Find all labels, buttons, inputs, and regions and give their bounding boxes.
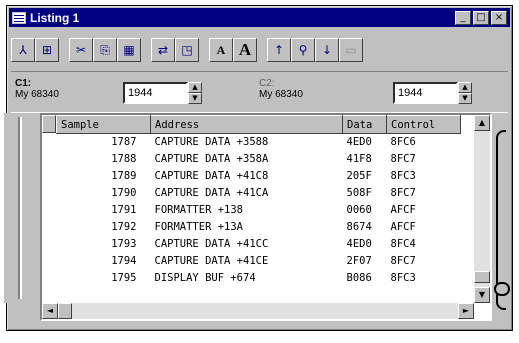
table-row[interactable]: 1792 FORMATTER +13A 8674 AFCF — [57, 219, 461, 236]
grid-corner — [42, 115, 56, 133]
cut-icon[interactable]: ✂ — [69, 38, 93, 62]
splitter-handle[interactable] — [4, 113, 34, 303]
toolbar: ⅄ ⊞ ✂ ⎘ ▦ ⇄ ◳ A A ↑ ⚲ ↓ ▭ — [11, 34, 508, 66]
scroll-down-button[interactable]: ▼ — [474, 287, 490, 303]
cursor1-spinner[interactable]: ▲ ▼ — [123, 82, 202, 104]
cell-control: AFCF — [390, 204, 416, 216]
maximize-button[interactable]: □ — [473, 10, 489, 25]
table-row[interactable]: 1791 FORMATTER +138 0060 AFCF — [57, 202, 461, 219]
cell-control: 8FC6 — [390, 136, 416, 149]
paste-icon[interactable]: ▦ — [117, 38, 141, 62]
side-bracket-panel — [494, 130, 516, 310]
listing-table: Sample Address Data Control 1787 CAPTURE … — [56, 115, 461, 287]
cursor1-input[interactable] — [123, 82, 188, 104]
cursor2-up-button[interactable]: ▲ — [458, 82, 472, 93]
tree-split-icon[interactable]: ⅄ — [11, 38, 35, 62]
table-row[interactable]: 1790 CAPTURE DATA +41CA 508F 8FC7 — [57, 185, 461, 202]
cell-data: 41F8 — [346, 153, 372, 165]
cell-data: 4ED0 — [346, 136, 372, 149]
scroll-up-button[interactable]: ▲ — [474, 115, 490, 131]
header-address[interactable]: Address — [150, 115, 343, 134]
font-larger-icon[interactable]: A — [233, 38, 257, 62]
cell-data: 4ED0 — [346, 238, 372, 250]
cursor2-label: C2: My 68340 — [259, 78, 303, 100]
font-smaller-icon[interactable]: A — [209, 38, 233, 62]
horizontal-scroll-thumb[interactable] — [58, 303, 72, 319]
new-window-icon[interactable]: ◳ — [175, 38, 199, 62]
cell-sample: 1795 — [111, 272, 137, 284]
table-row[interactable]: 1787 CAPTURE DATA +3588 4ED0 8FC6 — [57, 134, 461, 151]
cell-data: 205F — [346, 170, 372, 182]
vertical-scroll-thumb[interactable] — [474, 271, 490, 283]
cell-control: 8FC7 — [390, 187, 416, 199]
cell-sample: 1788 — [111, 153, 137, 165]
cell-control: 8FC4 — [390, 238, 416, 250]
cursor2-down-button[interactable]: ▼ — [458, 93, 472, 104]
cell-address: FORMATTER +138 — [154, 204, 244, 216]
cursor2-spinner[interactable]: ▲ ▼ — [393, 82, 472, 104]
cell-control: 8FC3 — [390, 272, 416, 284]
cell-sample: 1790 — [111, 187, 137, 199]
cell-sample: 1792 — [111, 221, 137, 233]
find-replace-icon[interactable]: ⇄ — [151, 38, 175, 62]
table-row[interactable]: 1795 DISPLAY BUF +674 B086 8FC3 — [57, 270, 461, 287]
listing-icon — [12, 11, 26, 24]
cell-sample: 1789 — [111, 170, 137, 182]
cell-address: CAPTURE DATA +41CE — [154, 255, 269, 267]
title-bar[interactable]: Listing 1 _ □ × — [9, 8, 510, 27]
listing-grid: Sample Address Data Control 1787 CAPTURE … — [40, 113, 492, 321]
cursor2-input[interactable] — [393, 82, 458, 104]
arrow-up-icon[interactable]: ↑ — [267, 38, 291, 62]
cell-control: 8FC7 — [390, 255, 416, 267]
horizontal-scrollbar[interactable]: ◄ ► — [42, 303, 474, 319]
cell-sample: 1793 — [111, 238, 137, 250]
table-row[interactable]: 1794 CAPTURE DATA +41CE 2F07 8FC7 — [57, 253, 461, 270]
vertical-scrollbar[interactable]: ▲ ▼ — [474, 115, 490, 303]
cell-address: CAPTURE DATA +41CA — [154, 187, 269, 199]
cell-sample: 1787 — [111, 136, 137, 149]
close-button[interactable]: × — [491, 10, 507, 25]
copy-icon[interactable]: ⎘ — [93, 38, 117, 62]
window-title: Listing 1 — [30, 10, 80, 25]
cell-data: 2F07 — [346, 255, 372, 267]
header-sample[interactable]: Sample — [56, 115, 151, 134]
table-row[interactable]: 1788 CAPTURE DATA +358A 41F8 8FC7 — [57, 151, 461, 168]
cell-data: B086 — [346, 272, 372, 284]
cell-address: CAPTURE DATA +3588 — [154, 136, 269, 149]
cell-address: FORMATTER +13A — [154, 221, 244, 233]
cell-control: 8FC7 — [390, 153, 416, 165]
arrow-down-icon[interactable]: ↓ — [315, 38, 339, 62]
cell-address: DISPLAY BUF +674 — [154, 272, 256, 284]
bracket-knob[interactable] — [494, 282, 510, 296]
cell-data: 8674 — [346, 221, 372, 233]
cell-data: 0060 — [346, 204, 372, 216]
disabled-tool-icon: ▭ — [339, 38, 363, 62]
cell-data: 508F — [346, 187, 372, 199]
cursor1-label: C1: My 68340 — [15, 78, 59, 100]
cell-sample: 1791 — [111, 204, 137, 216]
cursor-bar: C1: My 68340 ▲ ▼ C2: My 68340 ▲ ▼ — [11, 71, 508, 113]
scroll-right-button[interactable]: ► — [458, 303, 474, 319]
cell-control: AFCF — [390, 221, 416, 233]
header-control[interactable]: Control — [386, 115, 461, 134]
cell-address: CAPTURE DATA +41C8 — [154, 170, 269, 182]
scroll-left-button[interactable]: ◄ — [42, 303, 58, 319]
cell-address: CAPTURE DATA +41CC — [154, 238, 269, 250]
minimize-button[interactable]: _ — [455, 10, 471, 25]
header-data[interactable]: Data — [342, 115, 387, 134]
cell-control: 8FC3 — [390, 170, 416, 182]
binoculars-icon[interactable]: ⚲ — [291, 38, 315, 62]
cell-sample: 1794 — [111, 255, 137, 267]
table-row[interactable]: 1789 CAPTURE DATA +41C8 205F 8FC3 — [57, 168, 461, 185]
table-row[interactable]: 1793 CAPTURE DATA +41CC 4ED0 8FC4 — [57, 236, 461, 253]
cursor1-down-button[interactable]: ▼ — [188, 93, 202, 104]
cursor1-up-button[interactable]: ▲ — [188, 82, 202, 93]
cell-address: CAPTURE DATA +358A — [154, 153, 269, 165]
insert-icon[interactable]: ⊞ — [35, 38, 59, 62]
